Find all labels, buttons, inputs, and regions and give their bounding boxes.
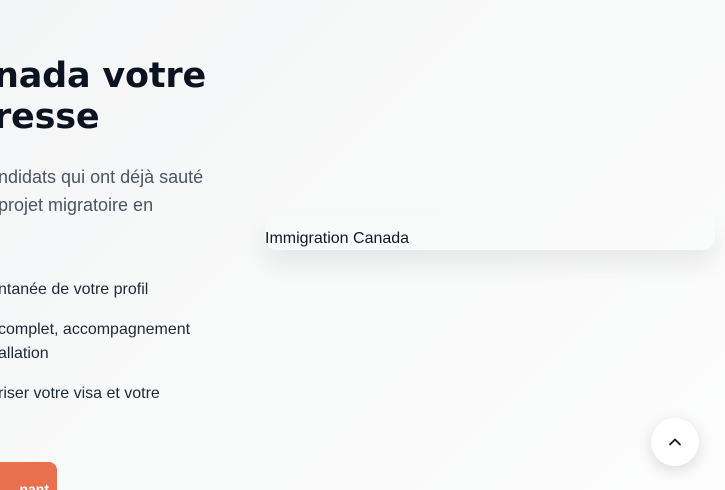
hero-title-line: nada votre bbox=[0, 56, 206, 96]
hero-title-line: resse bbox=[0, 97, 100, 137]
feature-item-line: complet, accompagnement bbox=[0, 321, 191, 338]
feature-item: riser votre visa et votre bbox=[0, 382, 238, 406]
feature-item-line: riser votre visa et votre bbox=[0, 385, 160, 402]
hero-subtitle-line: projet migratoire en bbox=[0, 195, 154, 215]
feature-item: ntanée de votre profil bbox=[0, 278, 238, 302]
hero-subtitle-line: ndidats qui ont déjà sauté bbox=[0, 167, 204, 187]
hero-title: nada votre resse bbox=[0, 56, 254, 138]
hero-image: Immigration Canada bbox=[265, 215, 715, 250]
feature-item: complet, accompagnement allation bbox=[0, 318, 238, 366]
hero-subtitle: ndidats qui ont déjà sauté projet migrat… bbox=[0, 163, 238, 219]
feature-item-line: ntanée de votre profil bbox=[0, 281, 149, 298]
feature-item-line: allation bbox=[0, 345, 49, 362]
cta-button[interactable]: nant bbox=[0, 462, 57, 490]
image-alt-text: Immigration Canada bbox=[265, 230, 410, 247]
feature-list: ntanée de votre profil complet, accompag… bbox=[0, 278, 238, 406]
scroll-to-top-button[interactable] bbox=[651, 418, 699, 466]
chevron-up-icon bbox=[669, 438, 681, 446]
